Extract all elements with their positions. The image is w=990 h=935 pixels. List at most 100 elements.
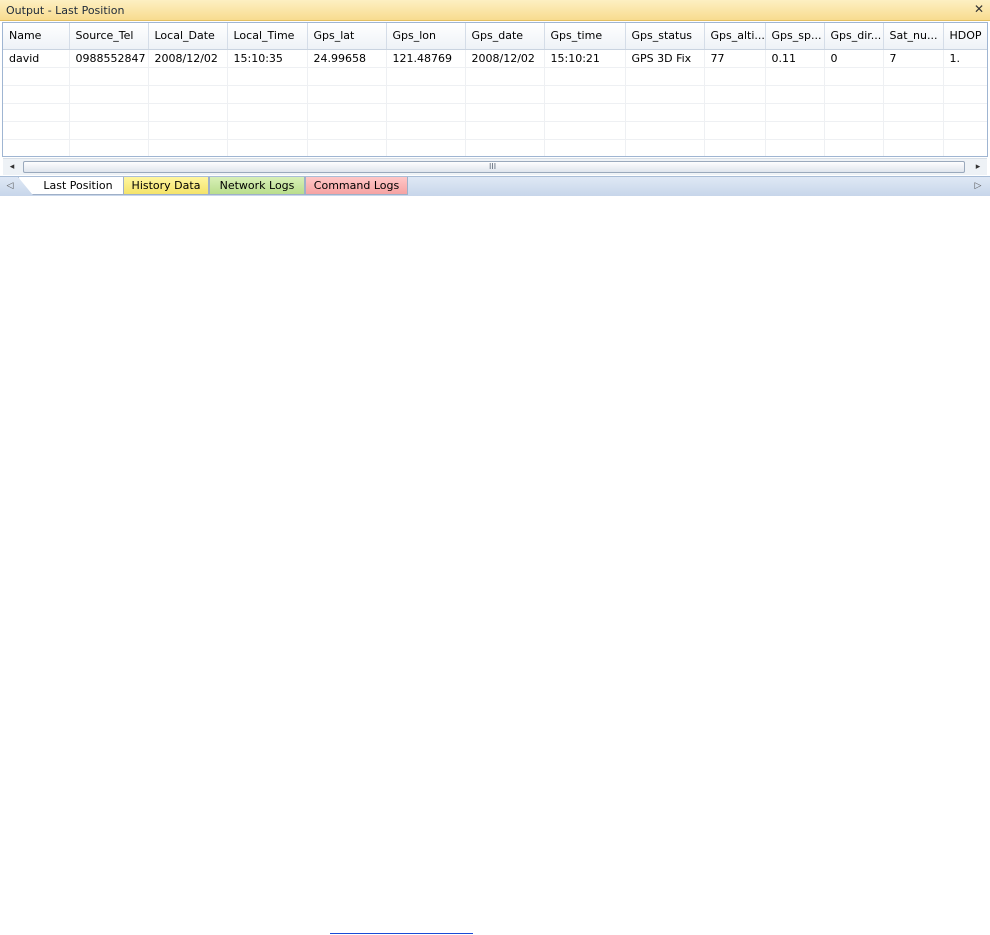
empty-cell bbox=[3, 67, 70, 86]
empty-cell bbox=[148, 139, 228, 156]
table-body: david 0988552847 2008/12/02 15:10:35 24.9965… bbox=[3, 49, 987, 156]
table-cell[interactable]: 0988552847 bbox=[69, 49, 149, 68]
column-header[interactable]: Gps_time bbox=[544, 23, 626, 50]
column-header[interactable]: Sat_nu... bbox=[883, 23, 944, 50]
scroll-right-arrow-icon[interactable]: ▸ bbox=[971, 161, 985, 173]
empty-cell bbox=[386, 121, 466, 140]
table-header-row: Name Source_Tel Local_Date Local_Time Gps_la… bbox=[3, 23, 987, 50]
empty-cell bbox=[69, 139, 149, 156]
table-cell[interactable]: 0.11 bbox=[765, 49, 825, 68]
table-cell[interactable]: GPS 3D Fix bbox=[625, 49, 705, 68]
empty-cell bbox=[465, 139, 545, 156]
table-cell[interactable]: 15:10:35 bbox=[227, 49, 308, 68]
column-header[interactable]: Gps_dir... bbox=[824, 23, 884, 50]
panel-title: Output - Last Position bbox=[6, 4, 125, 17]
empty-cell bbox=[765, 121, 825, 140]
empty-cell bbox=[883, 103, 944, 122]
data-grid: Name Source_Tel Local_Date Local_Time Gps_la… bbox=[2, 22, 988, 157]
empty-cell bbox=[307, 121, 387, 140]
empty-cell bbox=[704, 103, 766, 122]
empty-cell bbox=[307, 67, 387, 86]
empty-cell bbox=[625, 67, 705, 86]
column-header[interactable]: HDOP bbox=[943, 23, 987, 50]
column-header[interactable]: Gps_date bbox=[465, 23, 545, 50]
empty-cell bbox=[307, 103, 387, 122]
empty-cell bbox=[386, 85, 466, 104]
tab-command-logs[interactable]: Command Logs bbox=[305, 177, 408, 195]
empty-cell bbox=[943, 121, 987, 140]
table-cell[interactable]: david bbox=[3, 49, 70, 68]
empty-cell bbox=[3, 139, 70, 156]
horizontal-scrollbar[interactable]: ◂ III ▸ bbox=[3, 158, 987, 175]
tab-bar: ◁ Last Position History Data Network Log… bbox=[0, 176, 990, 196]
empty-cell bbox=[943, 139, 987, 156]
output-panel: Output - Last Position ✕ Name Source_Tel L… bbox=[0, 0, 990, 196]
empty-cell bbox=[625, 139, 705, 156]
table-cell[interactable]: 0 bbox=[824, 49, 884, 68]
empty-row bbox=[3, 67, 987, 86]
empty-cell bbox=[148, 67, 228, 86]
empty-cell bbox=[883, 139, 944, 156]
empty-cell bbox=[765, 103, 825, 122]
empty-cell bbox=[227, 67, 308, 86]
column-header[interactable]: Gps_lon bbox=[386, 23, 466, 50]
empty-row bbox=[3, 139, 987, 156]
empty-cell bbox=[704, 85, 766, 104]
empty-cell bbox=[765, 67, 825, 86]
table-cell[interactable]: 24.99658 bbox=[307, 49, 387, 68]
empty-cell bbox=[307, 85, 387, 104]
table-cell[interactable]: 1. bbox=[943, 49, 987, 68]
table-cell[interactable]: 2008/12/02 bbox=[148, 49, 228, 68]
empty-cell bbox=[3, 85, 70, 104]
tab-network-logs[interactable]: Network Logs bbox=[209, 177, 305, 195]
empty-cell bbox=[883, 85, 944, 104]
tab-last-position[interactable]: Last Position bbox=[18, 177, 124, 195]
column-header[interactable]: Gps_alti... bbox=[704, 23, 766, 50]
column-header[interactable]: Gps_sp... bbox=[765, 23, 825, 50]
empty-cell bbox=[69, 121, 149, 140]
empty-cell bbox=[824, 103, 884, 122]
empty-cell bbox=[625, 121, 705, 140]
table-cell[interactable]: 15:10:21 bbox=[544, 49, 626, 68]
column-header[interactable]: Local_Date bbox=[148, 23, 228, 50]
empty-cell bbox=[227, 139, 308, 156]
empty-cell bbox=[824, 67, 884, 86]
empty-cell bbox=[704, 67, 766, 86]
table-cell[interactable]: 7 bbox=[883, 49, 944, 68]
table-cell[interactable]: 121.48769 bbox=[386, 49, 466, 68]
empty-cell bbox=[227, 103, 308, 122]
close-icon[interactable]: ✕ bbox=[972, 2, 986, 16]
scroll-left-arrow-icon[interactable]: ◂ bbox=[5, 161, 19, 173]
tab-scroll-left-icon[interactable]: ◁ bbox=[4, 181, 16, 191]
column-header[interactable]: Name bbox=[3, 23, 70, 50]
empty-cell bbox=[69, 103, 149, 122]
empty-cell bbox=[465, 67, 545, 86]
empty-cell bbox=[465, 85, 545, 104]
table-cell[interactable]: 77 bbox=[704, 49, 766, 68]
table-cell[interactable]: 2008/12/02 bbox=[465, 49, 545, 68]
empty-cell bbox=[386, 67, 466, 86]
empty-cell bbox=[883, 67, 944, 86]
column-header[interactable]: Gps_lat bbox=[307, 23, 387, 50]
scrollbar-thumb[interactable]: III bbox=[23, 161, 965, 173]
empty-row bbox=[3, 103, 987, 122]
empty-cell bbox=[544, 67, 626, 86]
column-header[interactable]: Gps_status bbox=[625, 23, 705, 50]
link-underline[interactable] bbox=[330, 933, 473, 934]
empty-cell bbox=[3, 121, 70, 140]
column-header[interactable]: Source_Tel bbox=[69, 23, 149, 50]
empty-cell bbox=[883, 121, 944, 140]
empty-cell bbox=[386, 139, 466, 156]
empty-cell bbox=[148, 121, 228, 140]
empty-cell bbox=[943, 85, 987, 104]
column-header[interactable]: Local_Time bbox=[227, 23, 308, 50]
empty-cell bbox=[625, 85, 705, 104]
empty-cell bbox=[943, 67, 987, 86]
empty-cell bbox=[465, 103, 545, 122]
last-position-table: Name Source_Tel Local_Date Local_Time Gps_la… bbox=[3, 23, 987, 156]
table-row[interactable]: david 0988552847 2008/12/02 15:10:35 24.9965… bbox=[3, 49, 987, 68]
empty-cell bbox=[307, 139, 387, 156]
tab-scroll-right-icon[interactable]: ▷ bbox=[972, 181, 984, 191]
tab-history-data[interactable]: History Data bbox=[123, 177, 209, 195]
empty-cell bbox=[544, 139, 626, 156]
